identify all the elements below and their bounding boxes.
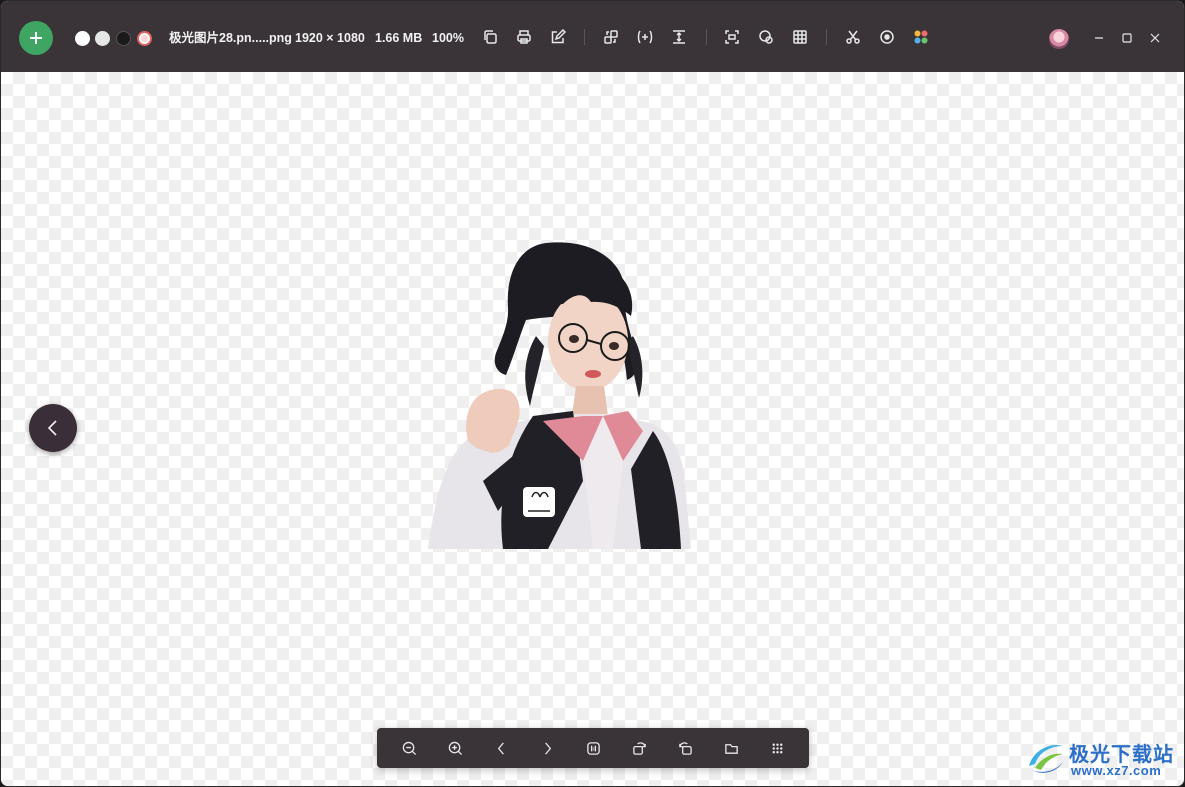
record-button[interactable] (878, 28, 896, 46)
displayed-image (428, 242, 691, 549)
next-image-button[interactable] (538, 739, 556, 757)
ocr-scan-icon (725, 30, 739, 44)
grid-icon (793, 30, 807, 44)
file-name: 极光图片28.pn.....png (169, 31, 292, 45)
zoom-in-button[interactable] (446, 739, 464, 757)
print-icon (517, 30, 531, 44)
bg-swatch-transparent[interactable] (137, 31, 152, 46)
add-button[interactable] (19, 21, 53, 55)
actual-size-button[interactable] (584, 739, 602, 757)
toolbar-divider (826, 29, 827, 45)
zoom-out-button[interactable] (400, 739, 418, 757)
rotate-right-icon (678, 741, 692, 755)
actual-size-icon (586, 741, 600, 755)
more-button[interactable] (768, 739, 786, 757)
open-folder-button[interactable] (722, 739, 740, 757)
compress-icon (637, 30, 653, 44)
cut-icon (846, 30, 860, 44)
zoom-out-icon (402, 741, 416, 755)
close-button[interactable] (1149, 31, 1161, 43)
ocr-scan-button[interactable] (723, 28, 741, 46)
resize-icon (673, 30, 685, 44)
edit-icon (551, 29, 566, 44)
minimize-icon (1095, 37, 1103, 39)
bg-swatch-light-gray[interactable] (95, 31, 110, 46)
toolbar-divider (584, 29, 585, 45)
rotate-left-button[interactable] (630, 739, 648, 757)
prev-image-icon (497, 741, 504, 755)
zoom-level: 100% (432, 31, 464, 45)
rotate-left-icon (632, 741, 646, 755)
compress-button[interactable] (636, 28, 654, 46)
minimize-button[interactable] (1093, 31, 1105, 43)
previous-image-button[interactable] (29, 404, 77, 452)
site-watermark: 极光下载站 www.xz7.com (1025, 734, 1181, 782)
convert-button[interactable] (602, 28, 620, 46)
bg-swatch-black[interactable] (116, 31, 131, 46)
user-avatar[interactable] (1049, 29, 1069, 49)
image-dimensions: 1920 × 1080 (295, 31, 365, 45)
maximize-icon (1122, 33, 1132, 43)
bottom-toolbar (377, 728, 809, 768)
rotate-right-button[interactable] (676, 739, 694, 757)
record-icon (880, 30, 894, 44)
chevron-left-icon (47, 420, 57, 436)
apps-button[interactable] (912, 28, 930, 46)
print-button[interactable] (515, 28, 533, 46)
edit-button[interactable] (549, 28, 567, 46)
toolbar-divider (706, 29, 707, 45)
image-viewer-window: 极光图片28.pn.....png 1920 × 1080 1.66 MB 10… (0, 0, 1185, 787)
resize-button[interactable] (670, 28, 688, 46)
prev-image-button[interactable] (492, 739, 510, 757)
color-picker-button[interactable] (757, 28, 775, 46)
top-toolbar: 极光图片28.pn.....png 1920 × 1080 1.66 MB 10… (1, 1, 1184, 72)
maximize-button[interactable] (1121, 31, 1133, 43)
copy-icon (484, 30, 497, 44)
next-image-icon (544, 741, 551, 755)
color-picker-icon (759, 30, 773, 44)
apps-icon (914, 30, 928, 44)
copy-button[interactable] (481, 28, 499, 46)
grid-button[interactable] (791, 28, 809, 46)
file-size: 1.66 MB (375, 31, 423, 45)
watermark-url: www.xz7.com (1071, 763, 1162, 778)
close-icon (1150, 33, 1160, 43)
zoom-in-icon (448, 741, 462, 755)
convert-icon (604, 30, 618, 44)
bg-swatch-white[interactable] (75, 31, 90, 46)
more-icon (772, 743, 782, 753)
watermark-logo (1029, 744, 1063, 773)
open-folder-icon (724, 743, 738, 754)
cut-button[interactable] (844, 28, 862, 46)
plus-icon (30, 32, 42, 44)
